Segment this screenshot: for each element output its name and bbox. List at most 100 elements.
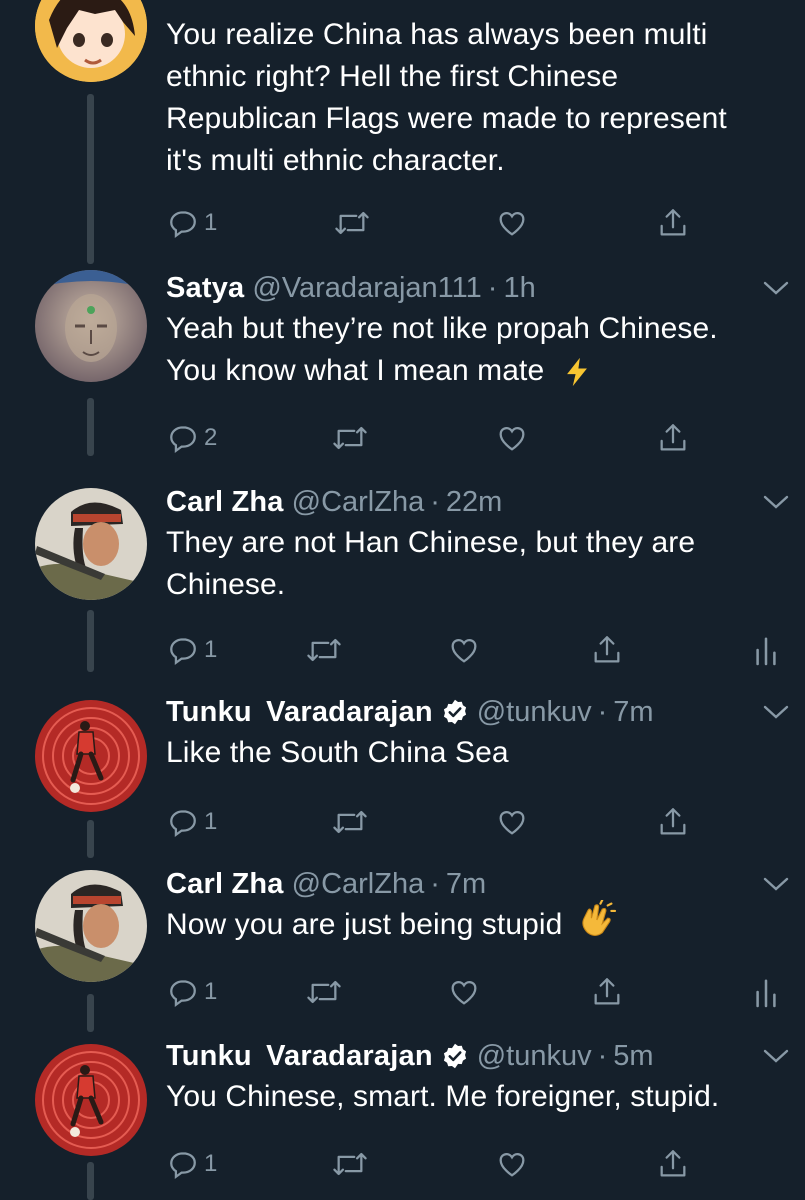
like-button[interactable] <box>494 418 530 458</box>
share-button[interactable] <box>590 972 624 1012</box>
reply-icon <box>170 211 196 238</box>
woman-with-rifle-avatar-icon <box>35 488 147 600</box>
avatar[interactable] <box>35 700 147 812</box>
tweet-text-line: Yeah but they’re not like propah Chinese… <box>166 312 718 345</box>
tweet-text-line: You know what I mean mate <box>166 354 545 387</box>
timestamp[interactable]: 22m <box>446 484 502 520</box>
thread-line <box>87 994 94 1032</box>
author-name[interactable]: Carl Zha <box>166 866 284 902</box>
thread-line <box>87 398 94 456</box>
retweet-button[interactable] <box>332 203 372 243</box>
reply-button[interactable]: 2 <box>166 418 217 458</box>
reply-button[interactable]: 1 <box>166 1144 217 1184</box>
share-button[interactable] <box>656 802 690 842</box>
reply-icon <box>170 980 196 1007</box>
timestamp[interactable]: 5m <box>613 1038 653 1074</box>
analytics-icon <box>756 979 776 1008</box>
tweet-text-line: Chinese. <box>166 568 286 601</box>
chevron-down-icon[interactable] <box>762 278 790 298</box>
avatar[interactable] <box>35 0 147 82</box>
anime-character-avatar-icon <box>35 0 147 82</box>
tweet-text-line: They are not Han Chinese, but they are <box>166 526 696 559</box>
author-handle[interactable]: @Varadarajan111 <box>252 270 481 306</box>
heart-icon <box>499 426 525 451</box>
share-button[interactable] <box>590 630 624 670</box>
separator-dot: · <box>597 696 608 728</box>
reply-button[interactable]: 1 <box>166 203 217 243</box>
reply-count: 2 <box>204 424 218 451</box>
separator-dot: · <box>597 1040 608 1072</box>
author-name[interactable]: Tunku Varadarajan <box>166 694 433 730</box>
retweet-button[interactable] <box>330 802 370 842</box>
share-button[interactable] <box>656 1144 690 1184</box>
like-button[interactable] <box>446 630 482 670</box>
share-icon <box>594 636 620 663</box>
share-button[interactable] <box>656 203 690 243</box>
reply-icon <box>170 638 196 665</box>
reply-count: 1 <box>204 978 218 1005</box>
tweet-text-line: ethnic right? Hell the first Chinese <box>166 60 619 93</box>
like-button[interactable] <box>494 802 530 842</box>
reply-button[interactable]: 1 <box>166 972 217 1012</box>
heart-icon <box>451 638 477 663</box>
reply-icon <box>170 426 196 453</box>
author-name[interactable]: Carl Zha <box>166 484 284 520</box>
chevron-down-icon[interactable] <box>762 492 790 512</box>
retweet-icon <box>307 638 341 662</box>
retweet-button[interactable] <box>330 1144 370 1184</box>
chevron-down-icon[interactable] <box>762 702 790 722</box>
thread-line <box>87 1162 94 1200</box>
retweet-button[interactable] <box>304 972 344 1012</box>
share-icon <box>660 1150 686 1177</box>
tweet-text-line: You Chinese, smart. Me foreigner, stupid… <box>166 1080 720 1113</box>
heart-icon <box>499 810 525 835</box>
footballer-red-avatar-icon <box>35 700 147 812</box>
avatar[interactable] <box>35 870 147 982</box>
retweet-icon <box>307 980 341 1004</box>
avatar[interactable] <box>35 488 147 600</box>
reply-button[interactable]: 1 <box>166 630 217 670</box>
tweet-text-line: Now you are just being stupid <box>166 908 563 941</box>
thread-line <box>87 820 94 858</box>
timestamp[interactable]: 1h <box>503 270 535 306</box>
separator-dot: · <box>430 868 440 900</box>
woman-with-rifle-avatar-icon <box>35 870 147 982</box>
reply-count: 1 <box>204 209 218 236</box>
avatar[interactable] <box>35 1044 147 1156</box>
author-handle[interactable]: @CarlZha <box>292 484 425 520</box>
author-handle[interactable]: @CarlZha <box>292 866 425 902</box>
reply-count: 1 <box>204 1150 218 1177</box>
retweet-button[interactable] <box>330 418 370 458</box>
tweet-actions: 1 <box>166 630 805 670</box>
timestamp[interactable]: 7m <box>613 694 653 730</box>
reply-count: 1 <box>204 808 218 835</box>
avatar[interactable] <box>35 270 147 382</box>
author-name[interactable]: Satya <box>166 270 244 306</box>
separator-dot: · <box>430 486 440 518</box>
tweet-actions: 1 <box>166 1144 805 1184</box>
analytics-button[interactable] <box>752 972 780 1012</box>
tweet-text-line: You realize China has always been multi <box>166 18 708 51</box>
analytics-button[interactable] <box>752 630 780 670</box>
reply-button[interactable]: 1 <box>166 802 217 842</box>
like-button[interactable] <box>494 203 530 243</box>
heart-icon <box>499 211 525 236</box>
chevron-down-icon[interactable] <box>762 874 790 894</box>
chevron-down-icon[interactable] <box>762 1046 790 1066</box>
retweet-icon <box>333 810 367 834</box>
verified-badge-icon <box>443 1043 466 1069</box>
like-button[interactable] <box>446 972 482 1012</box>
share-button[interactable] <box>656 418 690 458</box>
tweet-text-line: Republican Flags were made to represent <box>166 102 727 135</box>
tweet-text-line: Like the South China Sea <box>166 736 509 769</box>
tweet-actions: 1 <box>166 972 805 1012</box>
author-handle[interactable]: @tunkuv <box>477 694 592 730</box>
retweet-button[interactable] <box>304 630 344 670</box>
author-name[interactable]: Tunku Varadarajan <box>166 1038 433 1074</box>
timestamp[interactable]: 7m <box>446 866 486 902</box>
heart-icon <box>499 1152 525 1177</box>
reply-count: 1 <box>204 636 218 663</box>
like-button[interactable] <box>494 1144 530 1184</box>
author-handle[interactable]: @tunkuv <box>477 1038 592 1074</box>
analytics-icon <box>756 637 776 666</box>
